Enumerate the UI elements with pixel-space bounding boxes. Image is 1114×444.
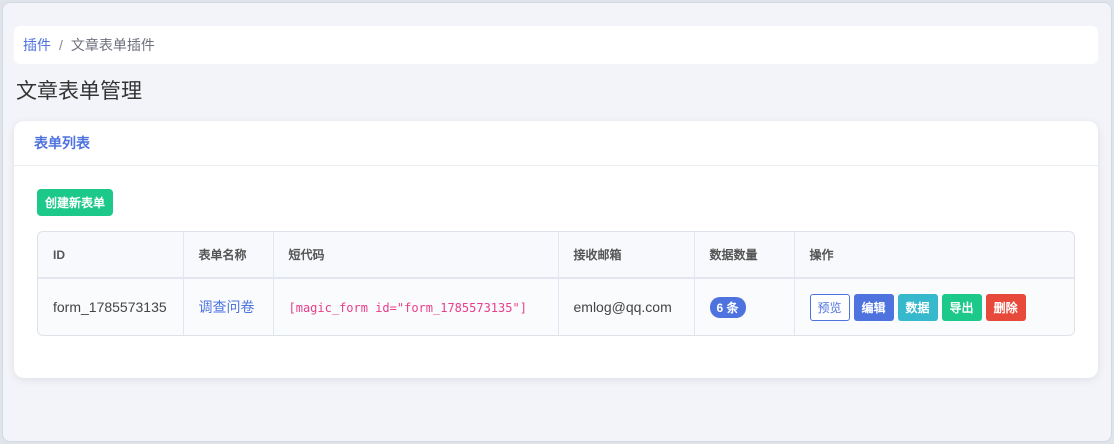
breadcrumb-link-plugins[interactable]: 插件 <box>23 35 51 55</box>
column-header-id: ID <box>38 232 184 279</box>
cell-count: 6 条 <box>694 278 795 335</box>
action-buttons: 预览 编辑 数据 导出 删除 <box>809 293 1075 321</box>
breadcrumb-current: 文章表单插件 <box>70 37 155 53</box>
cell-actions: 预览 编辑 数据 导出 删除 <box>794 278 1075 335</box>
table-row: form_1785573135 调查问卷 [magic_form id="for… <box>38 278 1075 335</box>
column-header-name: 表单名称 <box>183 232 274 279</box>
create-form-button[interactable]: 创建新表单 <box>37 189 114 216</box>
export-button[interactable]: 导出 <box>941 293 982 321</box>
cell-shortcode: [magic_form id="form_1785573135"] <box>273 278 559 335</box>
shortcode-text: [magic_form id="form_1785573135"] <box>288 301 527 315</box>
form-list-card: 表单列表 创建新表单 ID 表单名称 短代码 接收邮箱 数据数量 操作 form… <box>14 121 1098 378</box>
breadcrumb-separator: / <box>59 37 63 53</box>
breadcrumb: 插件 / 文章表单插件 <box>14 26 1098 64</box>
edit-button[interactable]: 编辑 <box>853 293 894 321</box>
cell-form-id: form_1785573135 <box>38 278 184 335</box>
column-header-actions: 操作 <box>794 232 1074 279</box>
forms-table-container: ID 表单名称 短代码 接收邮箱 数据数量 操作 form_1785573135… <box>37 231 1075 336</box>
preview-button[interactable]: 预览 <box>809 293 850 321</box>
delete-button[interactable]: 删除 <box>985 293 1026 321</box>
column-header-email: 接收邮箱 <box>558 232 695 279</box>
app-frame: 插件 / 文章表单插件 文章表单管理 表单列表 创建新表单 ID 表单名称 短代… <box>2 2 1112 442</box>
column-header-shortcode: 短代码 <box>273 232 559 279</box>
forms-table: ID 表单名称 短代码 接收邮箱 数据数量 操作 form_1785573135… <box>38 232 1075 335</box>
card-header: 表单列表 <box>14 121 1098 166</box>
page-title: 文章表单管理 <box>16 80 142 103</box>
cell-form-name: 调查问卷 <box>183 278 274 335</box>
column-header-count: 数据数量 <box>694 232 795 279</box>
data-button[interactable]: 数据 <box>897 293 938 321</box>
cell-email: emlog@qq.com <box>558 278 695 335</box>
form-name-link[interactable]: 调查问卷 <box>199 299 255 315</box>
data-count-badge: 6 条 <box>709 296 746 318</box>
table-header-row: ID 表单名称 短代码 接收邮箱 数据数量 操作 <box>38 232 1074 279</box>
